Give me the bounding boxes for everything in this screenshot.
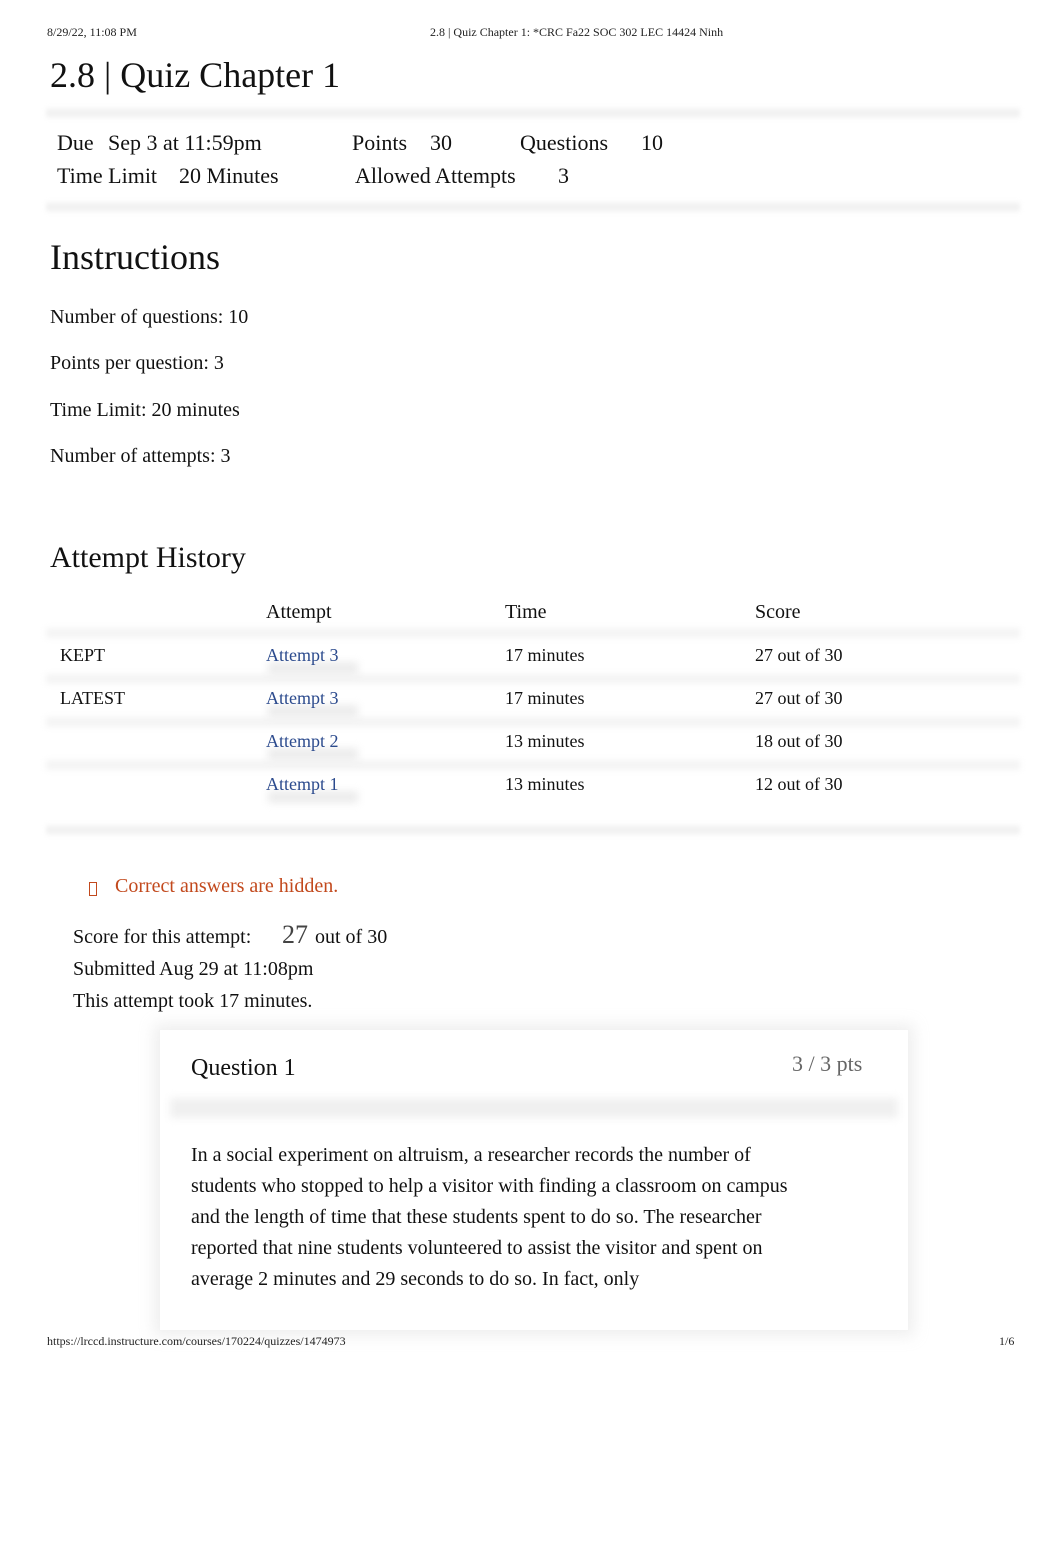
divider bbox=[46, 200, 1020, 214]
page-number: 1/6 bbox=[999, 1334, 1015, 1348]
footer-url: https://lrccd.instructure.com/courses/17… bbox=[47, 1334, 346, 1348]
attempt-time: 17 minutes bbox=[505, 645, 585, 665]
instructions-heading: Instructions bbox=[50, 237, 220, 277]
attempt-link[interactable]: Attempt 2 bbox=[266, 731, 339, 752]
question-header-divider bbox=[170, 1098, 898, 1118]
allowed-attempts-value: 3 bbox=[558, 163, 569, 188]
row-divider bbox=[46, 760, 1020, 770]
warning-icon bbox=[89, 882, 97, 896]
divider bbox=[46, 823, 1020, 837]
row-divider bbox=[46, 628, 1020, 638]
time-limit-label: Time Limit bbox=[57, 163, 158, 188]
points-label: Points bbox=[352, 130, 408, 155]
attempt-link[interactable]: Attempt 3 bbox=[266, 645, 339, 666]
time-limit-value: 20 Minutes bbox=[179, 163, 279, 188]
attempt-tag: KEPT bbox=[60, 645, 105, 665]
score-label: Score for this attempt: bbox=[73, 926, 252, 948]
page-title: 2.8 | Quiz Chapter 1 bbox=[50, 55, 341, 95]
attempt-tag: LATEST bbox=[60, 688, 125, 708]
question-title: Question 1 bbox=[191, 1055, 296, 1081]
print-doc-title: 2.8 | Quiz Chapter 1: *CRC Fa22 SOC 302 … bbox=[430, 25, 724, 39]
instruction-line: Number of questions: 10 bbox=[50, 306, 249, 328]
due-value: Sep 3 at 11:59pm bbox=[108, 130, 262, 155]
divider bbox=[46, 106, 1020, 120]
attempt-score: 18 out of 30 bbox=[755, 731, 843, 751]
allowed-attempts-label: Allowed Attempts bbox=[355, 163, 516, 188]
row-divider bbox=[46, 674, 1020, 684]
print-datetime: 8/29/22, 11:08 PM bbox=[47, 25, 137, 39]
question-text: In a social experiment on altruism, a re… bbox=[191, 1144, 788, 1290]
column-header-attempt: Attempt bbox=[266, 601, 332, 623]
score-value: 27 bbox=[282, 920, 308, 949]
question-points: 3 / 3 pts bbox=[792, 1051, 863, 1076]
questions-label: Questions bbox=[520, 130, 608, 155]
attempt-score: 27 out of 30 bbox=[755, 645, 843, 665]
instruction-line: Time Limit: 20 minutes bbox=[50, 399, 240, 421]
score-total: out of 30 bbox=[315, 926, 388, 948]
questions-value: 10 bbox=[641, 130, 663, 155]
column-header-score: Score bbox=[755, 601, 801, 623]
attempt-time: 17 minutes bbox=[505, 688, 585, 708]
attempt-score: 12 out of 30 bbox=[755, 774, 843, 794]
attempt-time: 13 minutes bbox=[505, 774, 585, 794]
instruction-line: Number of attempts: 3 bbox=[50, 445, 231, 467]
attempt-link[interactable]: Attempt 1 bbox=[266, 774, 339, 795]
attempt-score: 27 out of 30 bbox=[755, 688, 843, 708]
attempt-link[interactable]: Attempt 3 bbox=[266, 688, 339, 709]
column-header-time: Time bbox=[505, 601, 547, 623]
row-divider bbox=[46, 717, 1020, 727]
due-label: Due bbox=[57, 130, 94, 155]
attempt-duration: This attempt took 17 minutes. bbox=[73, 990, 313, 1012]
attempt-time: 13 minutes bbox=[505, 731, 585, 751]
submitted-time: Submitted Aug 29 at 11:08pm bbox=[73, 958, 314, 980]
instruction-line: Points per question: 3 bbox=[50, 352, 224, 374]
points-value: 30 bbox=[430, 130, 452, 155]
attempt-history-heading: Attempt History bbox=[50, 541, 246, 574]
correct-answers-hidden-notice: Correct answers are hidden. bbox=[115, 875, 339, 897]
